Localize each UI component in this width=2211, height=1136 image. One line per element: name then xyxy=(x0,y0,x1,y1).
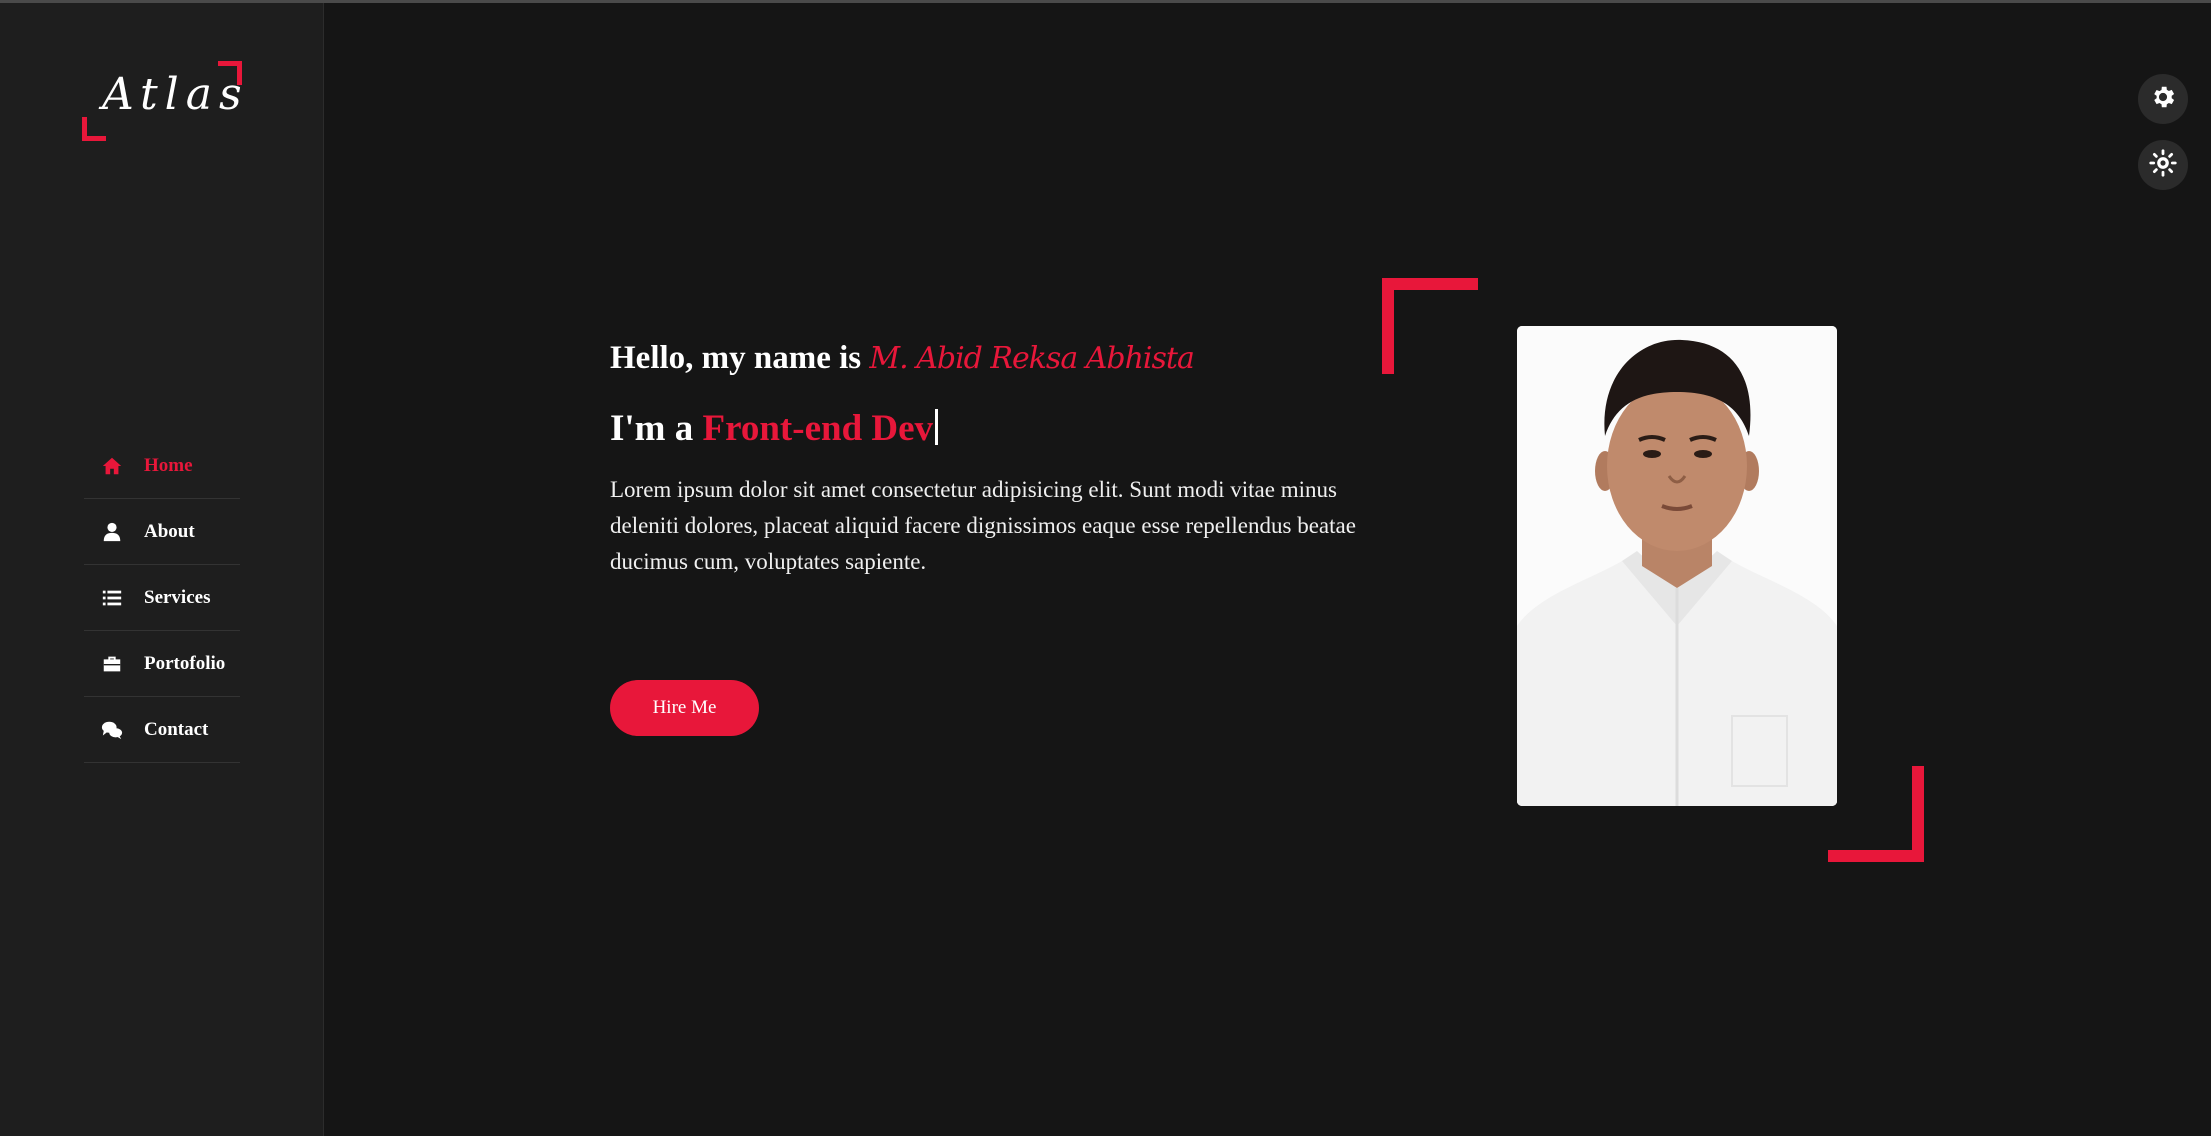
logo[interactable]: Atlas xyxy=(82,61,242,141)
sidebar-item-contact[interactable]: Contact xyxy=(84,697,240,763)
greeting-heading: Hello, my name is M. Abid Reksa Abhista xyxy=(610,340,1380,377)
sidebar-item-services[interactable]: Services xyxy=(84,565,240,631)
sidebar-item-about[interactable]: About xyxy=(84,499,240,565)
gear-icon xyxy=(2149,83,2177,116)
role-heading: I'm a Front-end Dev xyxy=(610,407,1380,450)
sun-icon xyxy=(2149,148,2177,182)
top-border xyxy=(0,0,2211,3)
sidebar-nav: Home About Services Portofolio Contact xyxy=(84,433,240,763)
photo-frame-top-left xyxy=(1382,278,1478,374)
hire-me-button[interactable]: Hire Me xyxy=(610,680,759,736)
profile-photo xyxy=(1517,326,1837,806)
photo-frame-bottom-right xyxy=(1828,766,1924,862)
comments-icon xyxy=(100,718,124,742)
sidebar-item-label: About xyxy=(144,520,195,542)
theme-toggle-button[interactable] xyxy=(2138,140,2188,190)
sidebar-item-portofolio[interactable]: Portofolio xyxy=(84,631,240,697)
sidebar-item-label: Portofolio xyxy=(144,652,226,674)
hero-name: M. Abid Reksa Abhista xyxy=(869,341,1194,376)
briefcase-icon xyxy=(100,652,124,676)
list-icon xyxy=(100,586,124,610)
hero-section: Hello, my name is M. Abid Reksa Abhista … xyxy=(610,340,1380,580)
profile-photo-illustration xyxy=(1517,326,1837,806)
role-text: Front-end Dev xyxy=(702,408,934,449)
sidebar-item-label: Services xyxy=(144,586,211,608)
settings-button[interactable] xyxy=(2138,74,2188,124)
user-icon xyxy=(100,520,124,544)
logo-text: Atlas xyxy=(102,69,249,120)
sidebar-item-home[interactable]: Home xyxy=(84,433,240,499)
role-prefix: I'm a xyxy=(610,408,694,449)
sidebar: Atlas Home About Services Portofolio Con… xyxy=(0,3,324,1136)
typing-cursor xyxy=(935,409,939,445)
logo-corner-bottom-left xyxy=(82,117,106,141)
home-icon xyxy=(100,454,124,478)
greeting-text: Hello, my name is xyxy=(610,340,862,376)
hero-description: Lorem ipsum dolor sit amet consectetur a… xyxy=(610,477,1356,574)
sidebar-item-label: Home xyxy=(144,454,193,476)
sidebar-item-label: Contact xyxy=(144,718,209,740)
